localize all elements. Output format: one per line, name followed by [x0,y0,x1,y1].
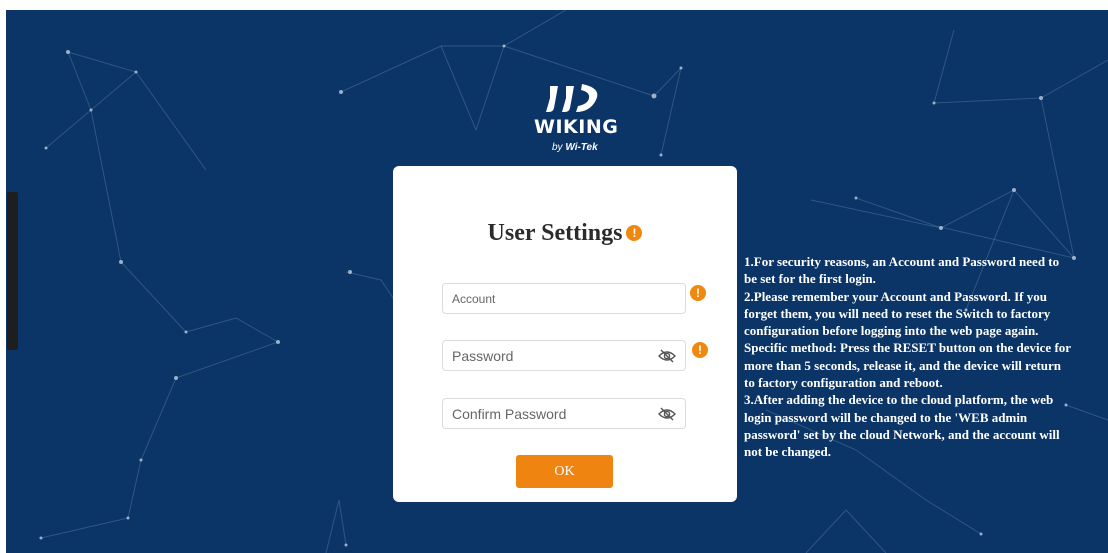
note-item: 1.For security reasons, an Account and P… [744,254,1060,287]
confirm-password-input[interactable] [452,399,652,428]
side-panel-handle[interactable] [7,192,18,350]
card-title: User Settings! [393,220,737,247]
password-input[interactable] [452,341,652,370]
logo-byline-prefix: by [552,142,563,153]
info-exclamation-icon[interactable]: ! [626,225,643,241]
info-exclamation-icon[interactable]: ! [690,285,706,301]
user-settings-card: User Settings! ! ! OK [393,166,737,502]
confirm-password-field[interactable] [442,398,686,429]
eye-slash-icon[interactable] [658,406,676,422]
note-item: Specific method: Press the RESET button … [744,340,1071,391]
eye-slash-icon[interactable] [658,348,676,364]
security-notes: 1.For security reasons, an Account and P… [744,253,1074,461]
password-field[interactable] [442,340,686,371]
ok-button[interactable]: OK [516,455,613,488]
note-item: 3.After adding the device to the cloud p… [744,392,1060,460]
brand-logo: WIKING by Wi-Tek [534,82,619,162]
info-exclamation-icon[interactable]: ! [692,342,708,358]
note-item: 2.Please remember your Account and Passw… [744,288,1051,339]
logo-byline-brand: Wi-Tek [565,142,598,153]
account-input[interactable] [452,284,652,313]
logo-wordmark: WIKING [534,116,619,138]
account-field[interactable] [442,283,686,314]
logo-byline: by Wi-Tek [552,142,612,153]
card-title-text: User Settings [487,220,623,246]
wiking-logo-icon [546,84,598,112]
